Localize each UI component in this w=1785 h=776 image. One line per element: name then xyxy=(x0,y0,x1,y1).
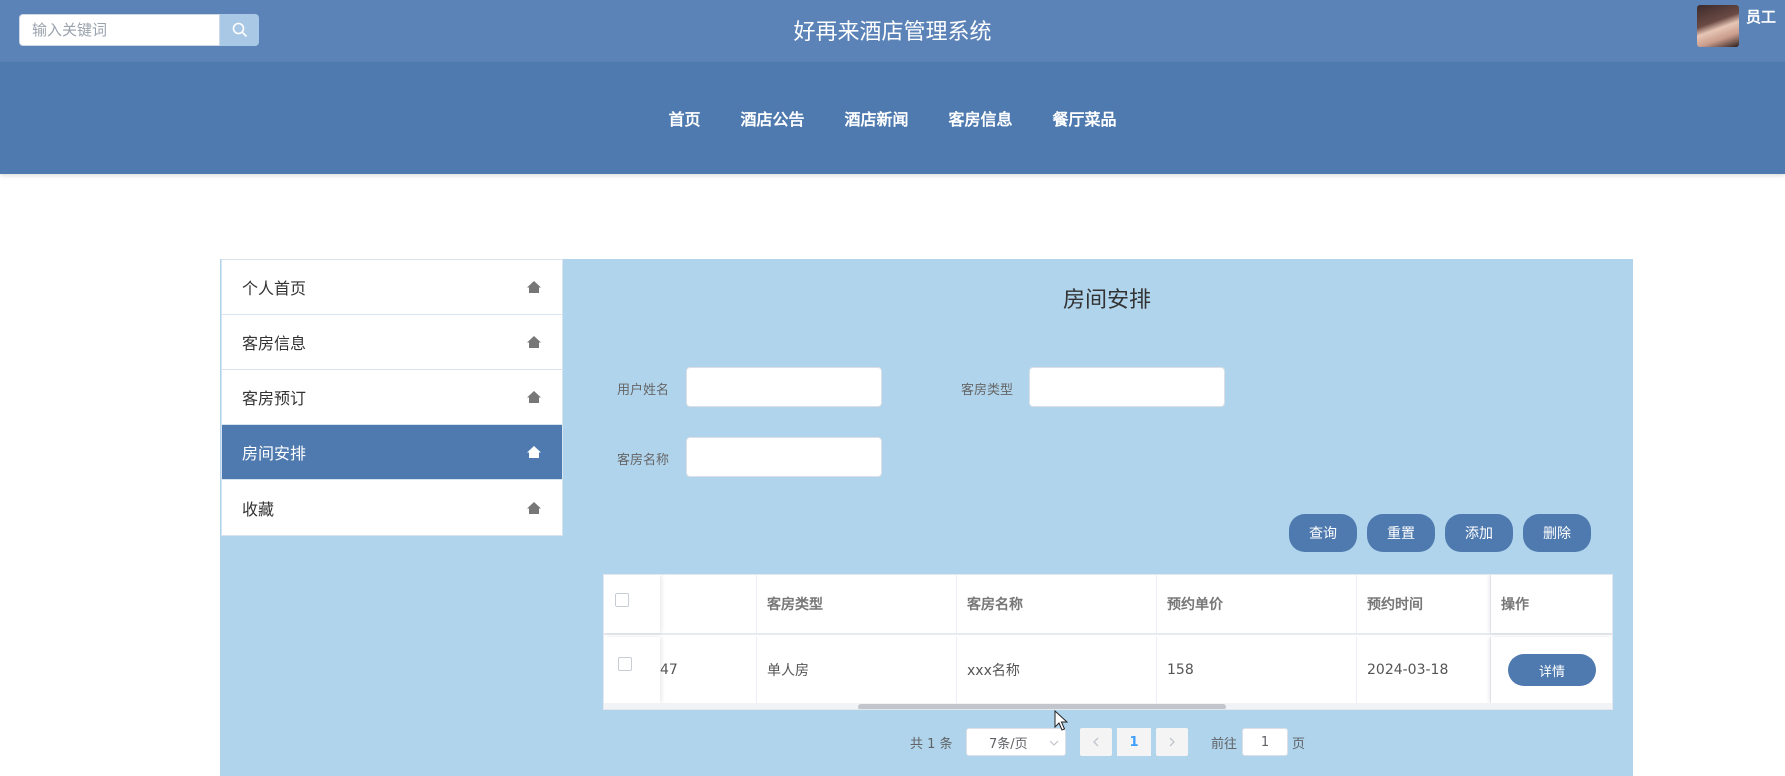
prev-page-button[interactable] xyxy=(1080,728,1112,756)
data-table: 客房类型 客房名称 预约单价 预约时间 操作 47 单人房 xxx名称 158 … xyxy=(603,574,1613,710)
chevron-left-icon xyxy=(1093,737,1099,747)
side-menu: 个人首页 客房信息 客房预订 房间安排 收藏 xyxy=(221,259,563,536)
next-page-button[interactable] xyxy=(1156,728,1188,756)
row-select-cell xyxy=(604,637,660,703)
username-label: 用户姓名 xyxy=(617,383,670,398)
home-icon xyxy=(527,281,541,293)
row-partial-id: 47 xyxy=(660,637,757,703)
roomtype-field[interactable] xyxy=(1029,367,1225,407)
nav-item-home[interactable]: 首页 xyxy=(648,106,720,130)
header-col-room-name: 客房名称 xyxy=(957,575,1157,633)
nav-item-news[interactable]: 酒店新闻 xyxy=(824,106,928,130)
sidebar-item-label: 个人首页 xyxy=(242,279,307,298)
row-price: 158 xyxy=(1157,637,1357,703)
horizontal-scrollbar[interactable] xyxy=(604,703,1612,709)
roomtype-label: 客房类型 xyxy=(961,383,1014,398)
sidebar-item-room-info[interactable]: 客房信息 xyxy=(222,315,562,370)
page-title: 房间安排 xyxy=(1062,288,1151,313)
user-avatar[interactable] xyxy=(1697,5,1739,47)
user-name[interactable]: 员工 xyxy=(1746,6,1776,27)
row-room-type: 单人房 xyxy=(757,637,957,703)
scrollbar-thumb[interactable] xyxy=(858,704,1226,709)
sidebar-item-profile[interactable]: 个人首页 xyxy=(222,260,562,315)
roomname-field[interactable] xyxy=(686,437,882,477)
sidebar-item-room-arrangement[interactable]: 房间安排 xyxy=(222,425,562,480)
goto-label: 前往 xyxy=(1211,736,1238,752)
page-suffix: 页 xyxy=(1292,736,1306,752)
header-col-time: 预约时间 xyxy=(1357,575,1491,633)
row-time: 2024-03-18 xyxy=(1357,637,1491,703)
header-select-cell xyxy=(604,575,660,633)
home-icon xyxy=(527,391,541,403)
query-button[interactable]: 查询 xyxy=(1289,514,1357,552)
page-size-select[interactable]: 7条/页 xyxy=(966,728,1066,756)
table-header: 客房类型 客房名称 预约单价 预约时间 操作 xyxy=(604,575,1612,635)
total-count: 共 1 条 xyxy=(910,736,953,752)
header-col-room-type: 客房类型 xyxy=(757,575,957,633)
roomname-label: 客房名称 xyxy=(617,453,670,468)
header-col-action: 操作 xyxy=(1491,575,1612,633)
home-icon xyxy=(527,336,541,348)
table-row: 47 单人房 xxx名称 158 2024-03-18 详情 xyxy=(604,637,1612,703)
add-button[interactable]: 添加 xyxy=(1445,514,1513,552)
delete-button[interactable]: 删除 xyxy=(1523,514,1591,552)
header-col-price: 预约单价 xyxy=(1157,575,1357,633)
main-nav-band: 首页 酒店公告 酒店新闻 客房信息 餐厅菜品 xyxy=(0,62,1785,174)
nav-item-rooms[interactable]: 客房信息 xyxy=(929,106,1033,130)
chevron-down-icon xyxy=(1049,740,1059,746)
row-checkbox[interactable] xyxy=(618,657,632,671)
sidebar-item-label: 收藏 xyxy=(242,499,275,519)
sidebar-item-label: 客房预订 xyxy=(242,389,307,408)
select-all-checkbox[interactable] xyxy=(615,593,629,607)
sidebar-item-room-booking[interactable]: 客房预订 xyxy=(222,370,562,425)
goto-page-input[interactable]: 1 xyxy=(1242,728,1288,756)
username-field[interactable] xyxy=(686,367,882,407)
main-nav: 首页 酒店公告 酒店新闻 客房信息 餐厅菜品 xyxy=(0,62,1785,174)
reset-button[interactable]: 重置 xyxy=(1367,514,1435,552)
home-icon xyxy=(527,446,541,458)
top-bar: 好再来酒店管理系统 员工 xyxy=(0,0,1785,62)
home-icon xyxy=(527,501,541,514)
page-number-1[interactable]: 1 xyxy=(1117,728,1151,756)
sidebar-item-label: 房间安排 xyxy=(242,444,307,463)
sidebar-item-label: 客房信息 xyxy=(242,334,307,353)
page-size-value: 7条/页 xyxy=(989,736,1028,752)
header-col-partial xyxy=(660,575,757,633)
detail-button[interactable]: 详情 xyxy=(1508,654,1596,686)
chevron-right-icon xyxy=(1169,737,1175,747)
sidebar-item-favorites[interactable]: 收藏 xyxy=(222,480,562,535)
row-action-cell: 详情 xyxy=(1491,637,1612,703)
nav-item-dishes[interactable]: 餐厅菜品 xyxy=(1033,106,1137,130)
site-title: 好再来酒店管理系统 xyxy=(793,20,992,45)
mouse-cursor-icon xyxy=(1054,710,1068,731)
nav-item-announcements[interactable]: 酒店公告 xyxy=(720,106,824,130)
row-room-name: xxx名称 xyxy=(957,637,1157,703)
